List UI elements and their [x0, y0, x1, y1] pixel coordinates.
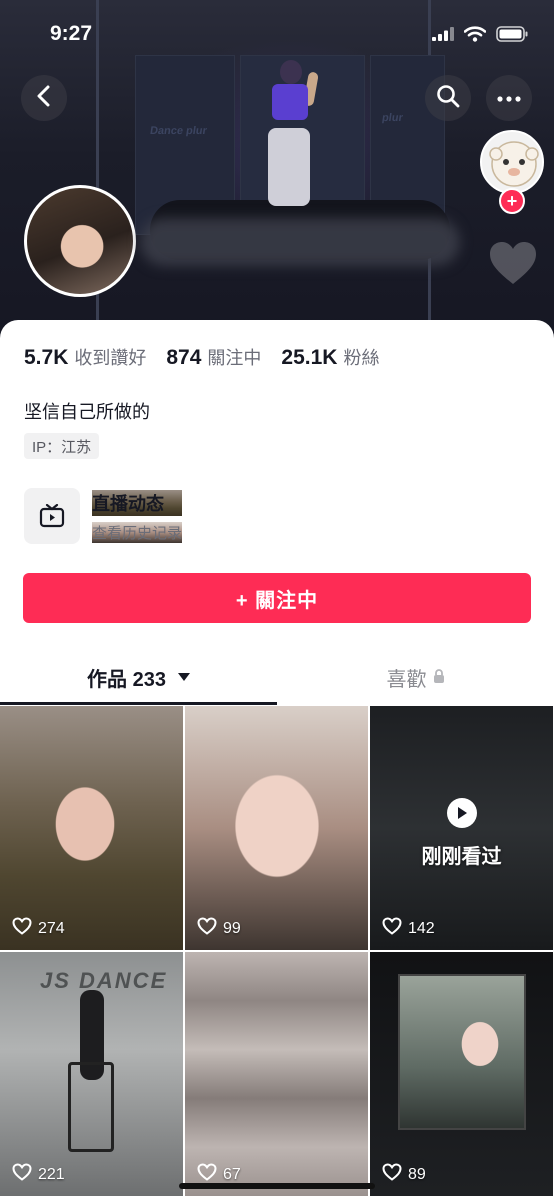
video-like-number: 67 — [223, 1165, 241, 1183]
stat-likes-count: 5.7K — [24, 346, 69, 369]
wifi-icon — [463, 26, 487, 47]
video-like-number: 99 — [223, 919, 241, 937]
tab-likes-label: 喜歡 — [386, 668, 427, 691]
video-like-count: 142 — [382, 917, 435, 940]
video-grid: 274 99 刚刚看过 142 JS DANCE 221 67 89 — [0, 706, 554, 1200]
stat-followers-label: 粉絲 — [343, 348, 380, 368]
username-blurred — [140, 218, 460, 266]
search-icon — [436, 84, 460, 113]
live-title: 直播动态 — [92, 489, 183, 516]
video-like-number: 89 — [408, 1165, 426, 1183]
follow-recommended-button[interactable]: + — [499, 188, 525, 214]
home-indicator[interactable] — [179, 1183, 375, 1189]
cover-wall-text: Dance plur — [149, 125, 208, 137]
tab-works[interactable]: 作品 233 — [0, 650, 277, 704]
stat-likes-label: 收到讚好 — [74, 348, 147, 368]
video-like-number: 142 — [408, 919, 435, 937]
play-icon — [447, 798, 477, 828]
chair-shape — [68, 1062, 114, 1152]
heart-outline-icon — [382, 917, 402, 940]
back-button[interactable] — [21, 75, 67, 121]
cover-wall-text: plur — [381, 112, 404, 124]
stat-likes[interactable]: 5.7K 收到讚好 — [24, 344, 146, 370]
more-button[interactable] — [486, 75, 532, 121]
tv-icon — [24, 488, 80, 544]
status-time: 9:27 — [50, 22, 93, 45]
studio-sign-text: JS DANCE — [40, 968, 168, 993]
search-button[interactable] — [425, 75, 471, 121]
video-like-count: 89 — [382, 1163, 426, 1186]
profile-stats: 5.7K 收到讚好 874 關注中 25.1K 粉絲 — [24, 344, 399, 370]
video-thumbnail[interactable]: JS DANCE 221 — [0, 952, 183, 1196]
video-thumbnail[interactable]: 89 — [370, 952, 553, 1196]
battery-icon — [496, 26, 528, 47]
status-icons — [432, 26, 528, 47]
ip-location-tag: IP：江苏 — [24, 433, 100, 459]
stat-following-count: 874 — [166, 346, 202, 369]
tab-active-indicator — [0, 702, 277, 705]
video-like-count: 221 — [12, 1163, 65, 1186]
video-thumbnail[interactable]: 99 — [185, 706, 368, 950]
lock-icon — [433, 666, 445, 689]
video-like-count: 274 — [12, 917, 65, 940]
profile-bio: 坚信自己所做的 — [24, 402, 150, 422]
video-like-number: 221 — [38, 1165, 65, 1183]
video-thumbnail[interactable]: 刚刚看过 142 — [370, 706, 553, 950]
chevron-left-icon — [36, 85, 52, 112]
video-thumbnail[interactable]: 67 — [185, 952, 368, 1196]
heart-outline-icon — [12, 917, 32, 940]
recommended-account-avatar[interactable] — [480, 130, 544, 194]
like-heart-icon[interactable] — [488, 240, 538, 291]
recently-watched-badge: 刚刚看过 — [421, 846, 502, 868]
tab-likes[interactable]: 喜歡 — [277, 650, 554, 704]
signal-icon — [432, 27, 454, 46]
live-history-entry[interactable]: 直播动态 查看历史记录 — [24, 486, 530, 546]
more-icon — [497, 89, 521, 107]
follow-button[interactable]: + 關注中 — [23, 573, 531, 623]
heart-outline-icon — [197, 917, 217, 940]
tab-works-label: 作品 233 — [87, 668, 166, 691]
stat-followers-count: 25.1K — [281, 346, 338, 369]
profile-avatar[interactable] — [24, 185, 136, 297]
stat-following[interactable]: 874 關注中 — [166, 344, 261, 370]
video-like-number: 274 — [38, 919, 65, 937]
video-thumbnail[interactable]: 274 — [0, 706, 183, 950]
profile-tabs: 作品 233 喜歡 — [0, 650, 554, 705]
stat-following-label: 關注中 — [207, 348, 262, 368]
caret-down-icon — [177, 673, 190, 681]
stat-followers[interactable]: 25.1K 粉絲 — [281, 344, 379, 370]
video-like-count: 99 — [197, 917, 241, 940]
heart-outline-icon — [12, 1163, 32, 1186]
heart-outline-icon — [382, 1163, 402, 1186]
cover-dancer — [262, 60, 322, 210]
live-subtitle: 查看历史记录 — [92, 521, 183, 543]
status-bar: 9:27 — [0, 0, 554, 66]
video-screen-frame — [398, 974, 526, 1130]
